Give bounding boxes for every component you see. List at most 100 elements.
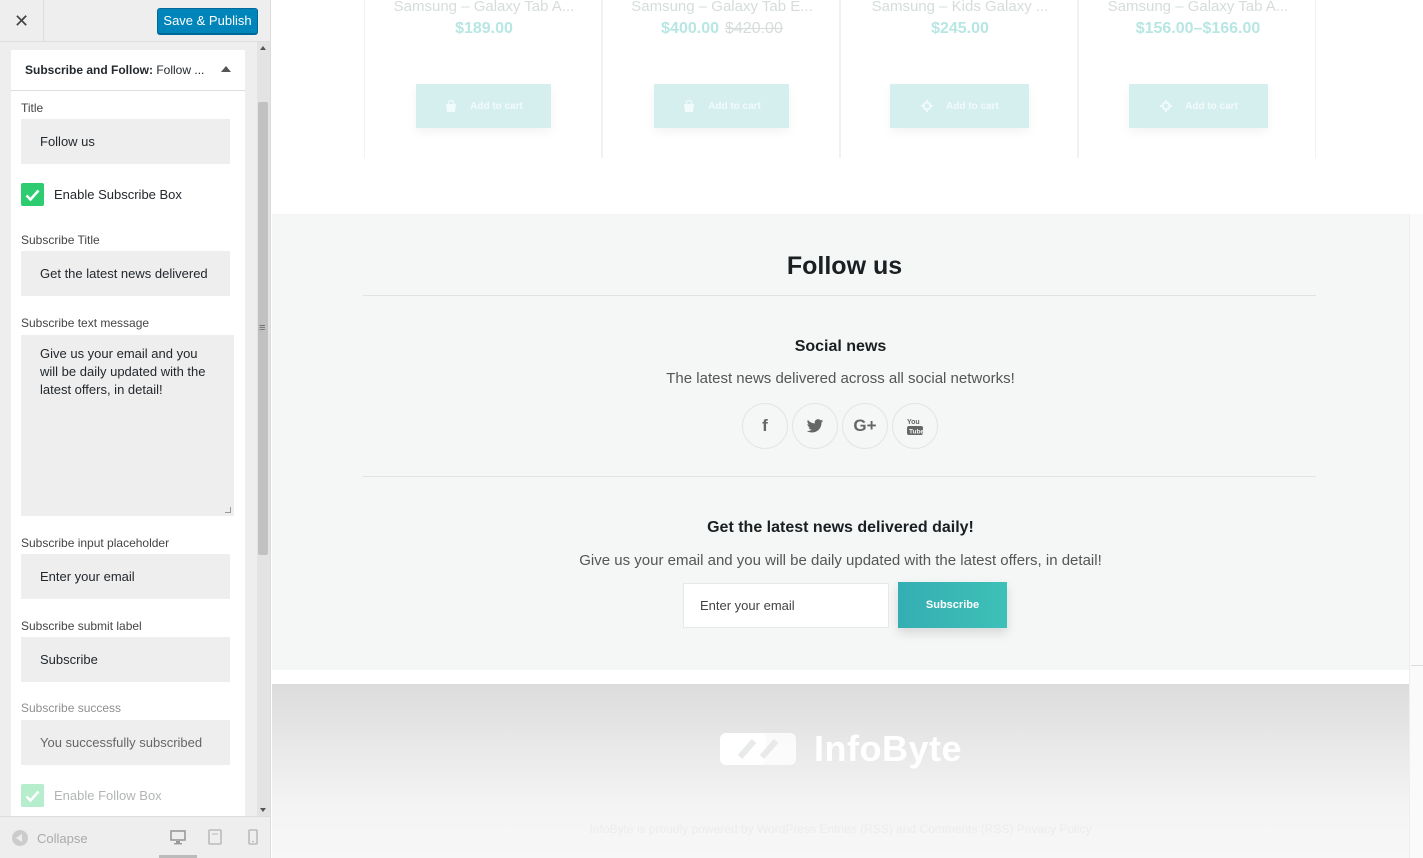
infobyte-logo-icon <box>720 733 796 765</box>
save-publish-button[interactable]: Save & Publish <box>157 8 258 34</box>
product-card[interactable]: Samsung – Galaxy Tab A... $189.00 Add to… <box>364 0 602 158</box>
enable-follow-checkbox[interactable] <box>21 784 44 807</box>
title-label: Title <box>21 101 44 115</box>
section-panel: Subscribe and Follow: Follow ... Title F… <box>11 50 245 820</box>
tablet-icon[interactable] <box>207 829 223 845</box>
subscribe-title: Get the latest news delivered daily! <box>707 519 974 536</box>
product-name[interactable]: Samsung – Kids Galaxy ... <box>841 0 1079 15</box>
site-footer: InfoByte InfoByte is proudly powered by … <box>272 684 1409 858</box>
social-subtitle: The latest news delivered across all soc… <box>666 370 1015 387</box>
site-preview: Samsung – Galaxy Tab A... $189.00 Add to… <box>272 0 1423 858</box>
google-plus-icon: G+ <box>853 416 877 435</box>
price-value: $400.00 <box>661 20 719 37</box>
subscribe-text-value: Give us your email and you will be daily… <box>40 346 206 397</box>
subscribe-message: Give us your email and you will be daily… <box>579 552 1102 569</box>
submit-label-label: Subscribe submit label <box>21 619 142 633</box>
email-input[interactable]: Enter your email <box>683 583 889 628</box>
caret-up-icon[interactable] <box>221 66 231 72</box>
follow-title: Follow us <box>786 252 903 280</box>
add-to-cart-label: Add to cart <box>708 100 761 112</box>
add-to-cart-label: Add to cart <box>946 100 999 112</box>
product-card[interactable]: Samsung – Galaxy Tab A... $156.00–$166.0… <box>1078 0 1316 158</box>
title-input[interactable]: Follow us <box>21 119 230 164</box>
price-value: $156.00–$166.00 <box>1135 20 1261 37</box>
bag-icon <box>446 100 457 112</box>
gear-icon <box>1160 100 1173 112</box>
add-to-cart-label: Add to cart <box>1185 100 1238 112</box>
desktop-icon[interactable] <box>170 829 186 845</box>
enable-subscribe-row[interactable]: Enable Subscribe Box <box>21 183 182 206</box>
resize-handle-icon[interactable]: ≡ <box>259 322 265 334</box>
customizer-sidebar: ✕ Save & Publish Subscribe and Follow: F… <box>0 0 271 858</box>
collapse-label: Collapse <box>37 830 88 846</box>
section-title: Subscribe and Follow: <box>25 63 154 77</box>
customizer-window: ✕ Save & Publish Subscribe and Follow: F… <box>0 0 1423 858</box>
twitter-button[interactable] <box>792 403 838 449</box>
product-price: $189.00 <box>365 20 603 38</box>
enable-follow-label: Enable Follow Box <box>54 788 162 803</box>
social-title: Social news <box>794 338 887 355</box>
product-price: $400.00 $420.00 <box>603 20 841 38</box>
product-name[interactable]: Samsung – Galaxy Tab A... <box>365 0 603 15</box>
twitter-icon <box>806 418 824 433</box>
facebook-icon: f <box>762 416 768 435</box>
price-value: $189.00 <box>455 20 513 37</box>
enable-subscribe-checkbox[interactable] <box>21 183 44 206</box>
scroll-up-icon[interactable] <box>260 46 266 50</box>
select-options-button[interactable]: Add to cart <box>890 84 1029 128</box>
subscribe-title-label: Subscribe Title <box>21 233 100 247</box>
collapse-icon <box>12 830 28 846</box>
gear-icon <box>921 100 934 112</box>
logo-text: InfoByte <box>814 728 962 769</box>
collapse-button[interactable]: Collapse <box>12 830 88 846</box>
product-price: $156.00–$166.00 <box>1079 20 1317 38</box>
enable-follow-row[interactable]: Enable Follow Box <box>21 784 162 807</box>
section-header[interactable]: Subscribe and Follow: Follow ... <box>11 50 245 91</box>
facebook-button[interactable]: f <box>742 403 788 449</box>
select-options-button[interactable]: Add to cart <box>1129 84 1268 128</box>
scroll-down-icon[interactable] <box>260 808 266 812</box>
price-value: $245.00 <box>931 20 989 37</box>
success-input[interactable]: You successfully subscribed <box>21 720 230 765</box>
follow-section: Follow us Social news The latest news de… <box>272 214 1409 670</box>
subscribe-button[interactable]: Subscribe <box>898 582 1007 628</box>
close-icon: ✕ <box>13 10 30 31</box>
google-plus-button[interactable]: G+ <box>842 403 888 449</box>
sidebar-scrollbar[interactable] <box>257 42 270 816</box>
subscribe-text-label: Subscribe text message <box>21 316 150 330</box>
preview-scroll-thumb[interactable] <box>1411 665 1423 705</box>
product-name[interactable]: Samsung – Galaxy Tab A... <box>1079 0 1317 15</box>
checkmark-icon <box>25 189 40 201</box>
youtube-button[interactable]: You Tube <box>892 403 938 449</box>
product-name[interactable]: Samsung – Galaxy Tab E... <box>603 0 841 15</box>
placeholder-label: Subscribe input placeholder <box>21 536 170 550</box>
placeholder-input[interactable]: Enter your email <box>21 554 230 599</box>
product-card[interactable]: Samsung – Galaxy Tab E... $400.00 $420.00… <box>602 0 840 158</box>
add-to-cart-button[interactable]: Add to cart <box>654 84 789 128</box>
submit-label-input[interactable]: Subscribe <box>21 637 230 682</box>
svg-text:You: You <box>907 419 920 426</box>
old-price: $420.00 <box>725 20 783 37</box>
mobile-icon[interactable] <box>245 829 261 845</box>
svg-text:Tube: Tube <box>909 429 924 436</box>
customizer-footer: Collapse <box>0 816 270 858</box>
preview-scrollbar[interactable] <box>1409 214 1423 858</box>
footer-credits: InfoByte is proudly powered by WordPress… <box>589 822 1092 836</box>
add-to-cart-button[interactable]: Add to cart <box>416 84 551 128</box>
product-price: $245.00 <box>841 20 1079 38</box>
youtube-icon: You Tube <box>907 419 924 436</box>
checkmark-icon <box>25 790 40 802</box>
resize-grip-icon[interactable] <box>225 507 231 513</box>
subscribe-text-textarea[interactable]: Give us your email and you will be daily… <box>21 335 234 516</box>
section-subtitle: Follow ... <box>153 63 205 77</box>
success-label: Subscribe success <box>21 701 122 715</box>
enable-subscribe-label: Enable Subscribe Box <box>54 187 182 202</box>
customizer-header: ✕ Save & Publish <box>0 0 270 42</box>
subscribe-title-input[interactable]: Get the latest news delivered <box>21 251 230 296</box>
product-card[interactable]: Samsung – Kids Galaxy ... $245.00 Add to… <box>840 0 1078 158</box>
bag-icon <box>684 100 695 112</box>
add-to-cart-label: Add to cart <box>470 100 523 112</box>
site-logo[interactable]: InfoByte <box>718 728 962 770</box>
divider <box>363 295 1316 296</box>
close-button[interactable]: ✕ <box>0 0 44 42</box>
